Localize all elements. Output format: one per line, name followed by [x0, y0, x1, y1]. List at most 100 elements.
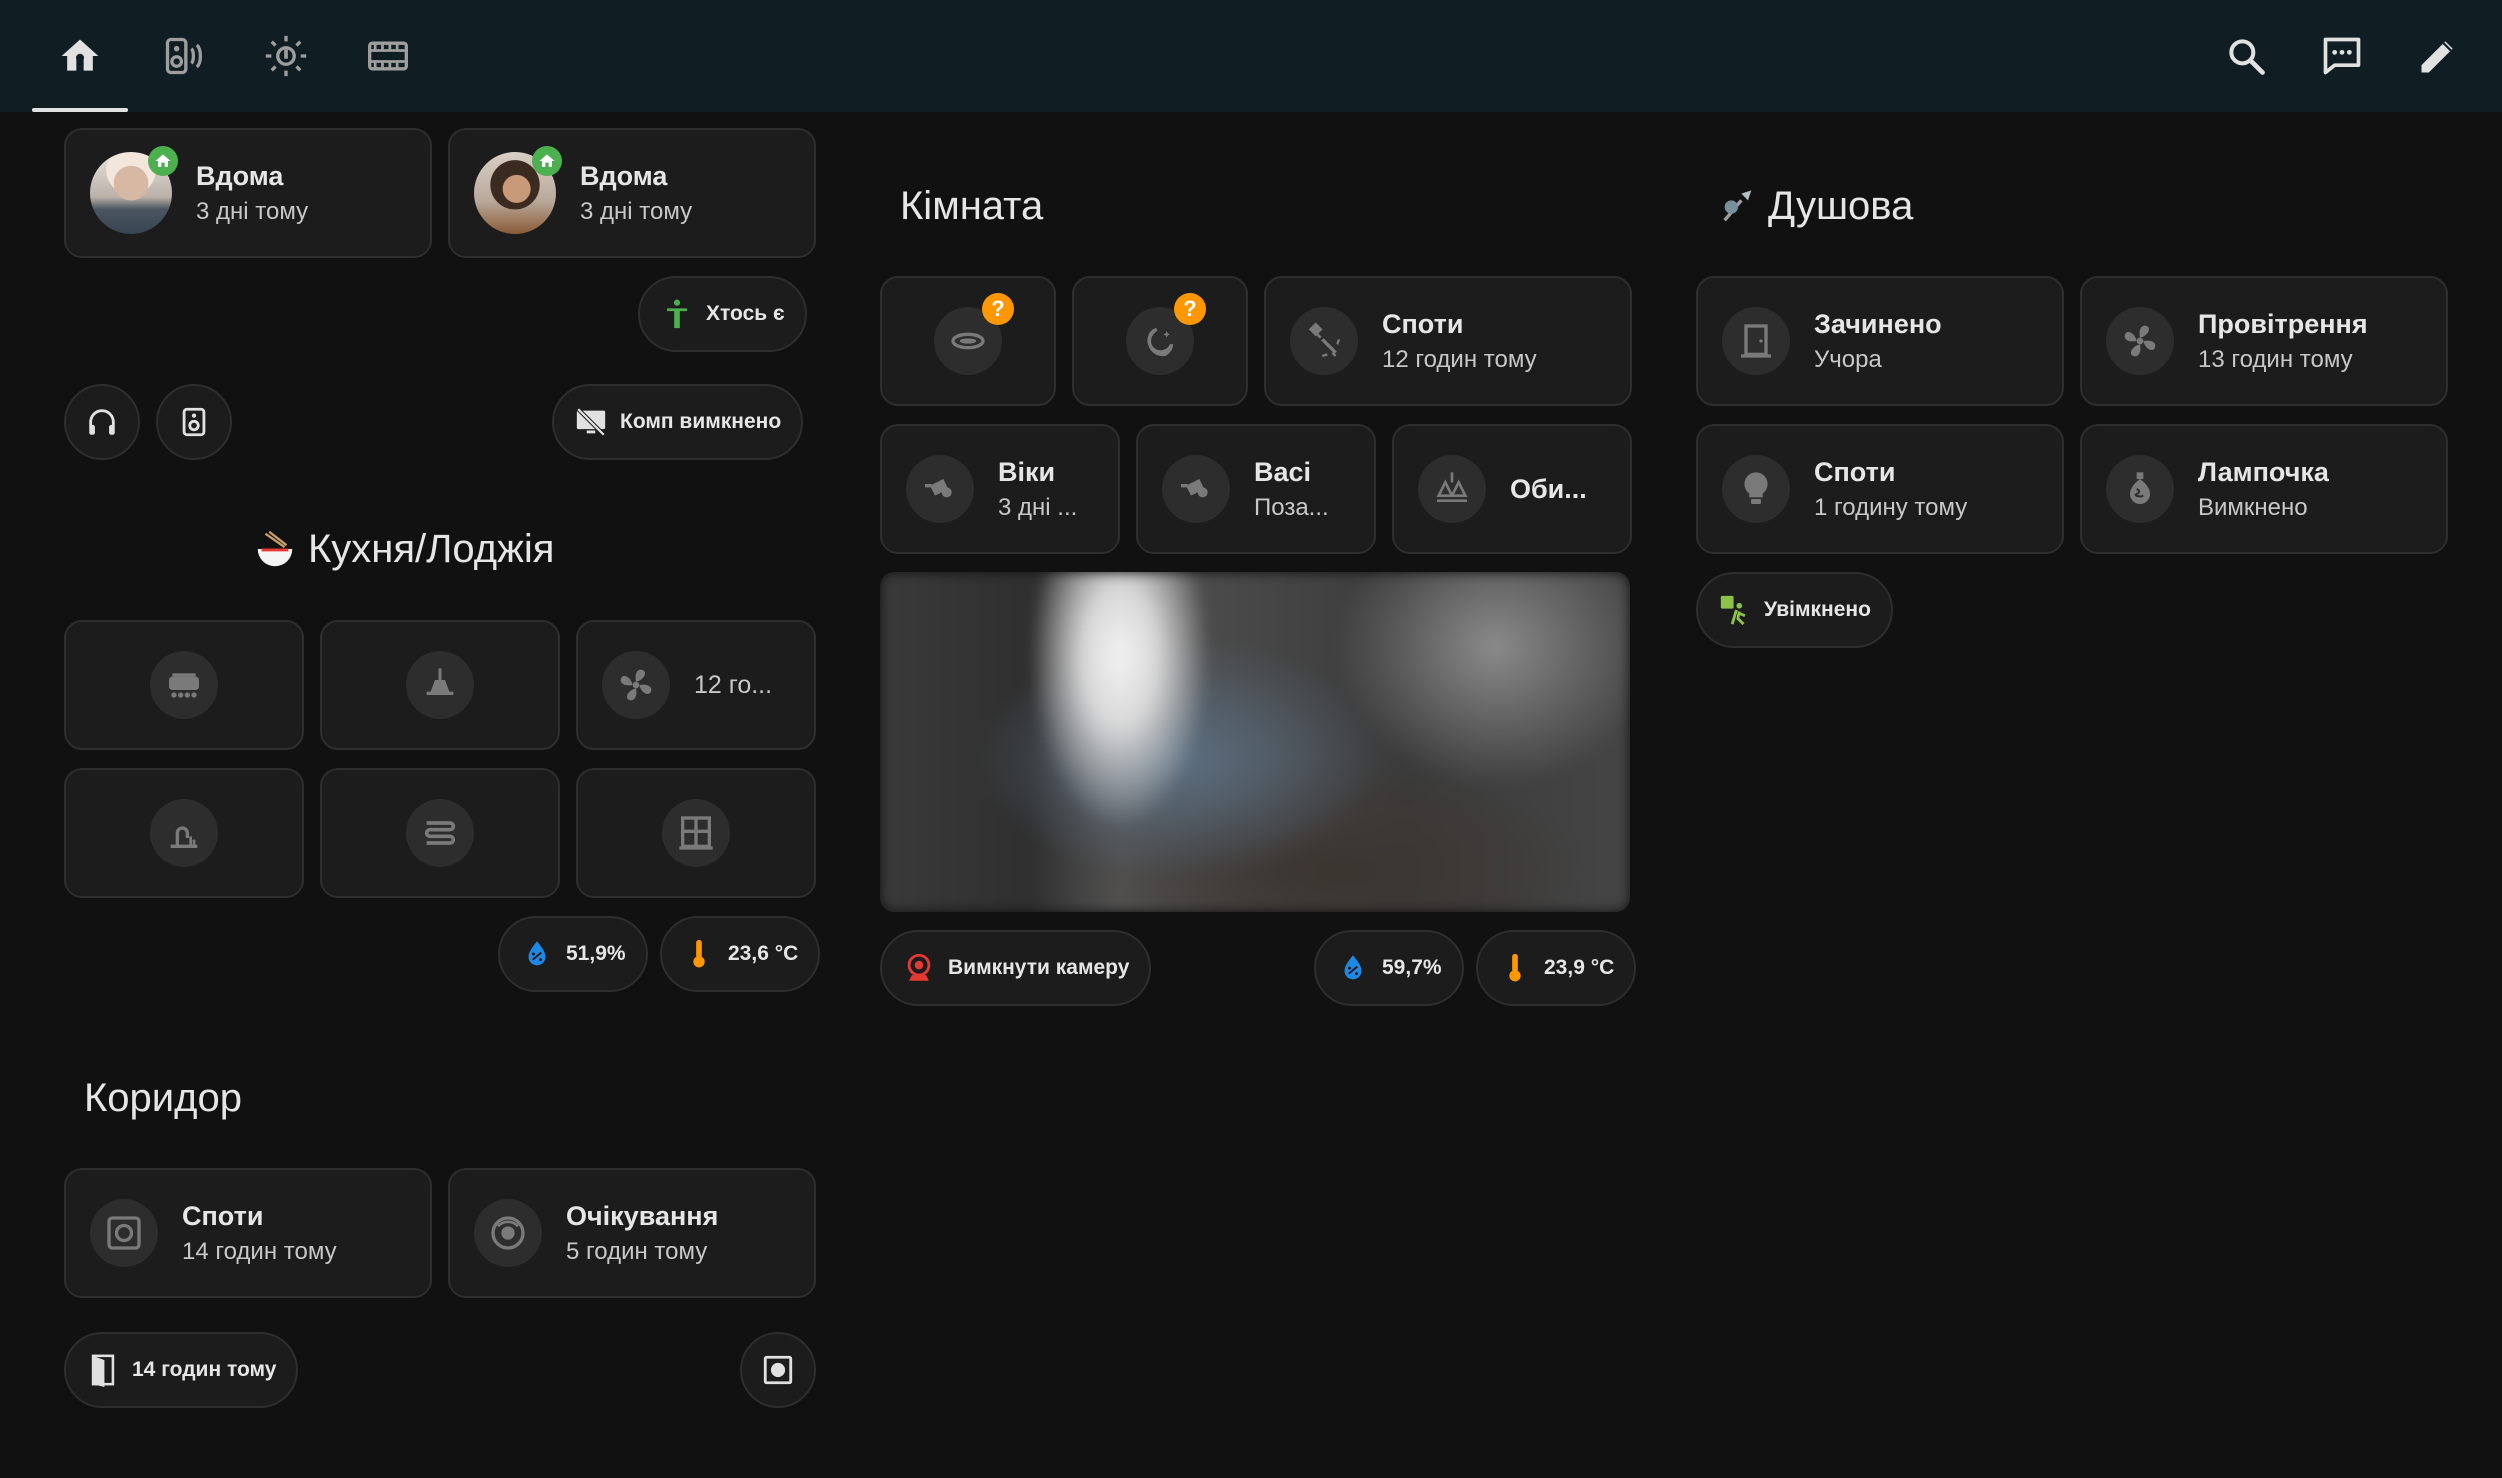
- presence-chip-label: Хтось є: [706, 302, 785, 325]
- home-badge-icon: [532, 146, 562, 176]
- tile-subtitle: 5 годин тому: [566, 1237, 708, 1265]
- corridor-tile-vacuum[interactable]: Очікування 5 годин тому: [448, 1168, 816, 1298]
- tile-subtitle: 13 годин тому: [2198, 345, 2353, 373]
- lightbulb-icon: [1744, 472, 1768, 504]
- tile-title: Васі: [1254, 456, 1312, 487]
- sun-thermometer-icon: [265, 35, 307, 77]
- door-closed-icon: [1741, 324, 1771, 358]
- kitchen-temperature-chip[interactable]: 23,6 °C: [660, 916, 821, 992]
- computer-chip-label: Комп вимкнено: [620, 410, 782, 433]
- person-standing-icon: [667, 299, 687, 329]
- room-title: Кімната: [900, 184, 1044, 228]
- tile-subtitle: Вимкнено: [2198, 493, 2308, 521]
- fan-icon: [620, 669, 652, 701]
- room-tile-ceiling-light[interactable]: ?: [880, 276, 1056, 406]
- faucet-icon: [170, 826, 198, 848]
- person-state: Вдома: [196, 160, 284, 191]
- kitchen-tile-led-strip[interactable]: [320, 768, 560, 898]
- ceiling-light-square-icon: [763, 1355, 793, 1385]
- tile-subtitle: Учора: [1814, 345, 1882, 373]
- corridor-door-label: 14 годин тому: [132, 1358, 277, 1381]
- presence-chip[interactable]: Хтось є: [638, 276, 807, 352]
- kitchen-tile-window[interactable]: [576, 768, 816, 898]
- ceiling-round-light-icon: [951, 332, 985, 350]
- kitchen-tile-faucet[interactable]: [64, 768, 304, 898]
- shower-motion-label: Увімкнено: [1764, 598, 1871, 621]
- motion-sensor-icon: [1720, 595, 1746, 626]
- kitchen-tile-lamp[interactable]: [320, 620, 560, 750]
- chandelier-icon: [1436, 472, 1468, 502]
- shower-title: Душова: [1768, 184, 1914, 228]
- kitchen-humidity-chip[interactable]: 51,9%: [498, 916, 648, 992]
- room-temperature: 23,9 °C: [1544, 956, 1615, 979]
- shower-tile-ventilation[interactable]: Провітрення 13 годин тому: [2080, 276, 2448, 406]
- tile-title: Очікування: [566, 1200, 719, 1231]
- camera-off-chip[interactable]: Вимкнути камеру: [880, 930, 1152, 1006]
- headphones-icon: [89, 409, 115, 435]
- tile-title: Споти: [182, 1200, 264, 1231]
- room-camera-feed[interactable]: [880, 572, 1630, 912]
- room-tile-vasi[interactable]: Васі Поза...: [1136, 424, 1376, 554]
- fan-state: 12 го...: [694, 670, 773, 699]
- person2-avatar: [474, 146, 562, 234]
- headphones-chip[interactable]: [64, 384, 140, 460]
- pencil-edit-icon: [2421, 41, 2453, 73]
- moon-stars-icon: [1147, 327, 1174, 357]
- person-since: 3 дні тому: [196, 197, 309, 225]
- kitchen-humidity: 51,9%: [566, 942, 626, 965]
- room-tile-vika[interactable]: Віки 3 дні ...: [880, 424, 1120, 554]
- wall-lamp-icon: [1181, 479, 1208, 498]
- room-tile-spots[interactable]: Споти 12 годин тому: [1264, 276, 1632, 406]
- person-tile-1[interactable]: Вдома 3 дні тому: [64, 128, 432, 258]
- shower-motion-chip[interactable]: Увімкнено: [1696, 572, 1893, 648]
- wall-lamp-icon: [925, 479, 952, 498]
- window-icon: [679, 816, 713, 850]
- kitchen-tile-heater[interactable]: [64, 620, 304, 750]
- kitchen-heading: Кухня/Лоджія: [252, 526, 554, 572]
- tile-subtitle: Поза...: [1254, 493, 1329, 521]
- corridor-light-chip[interactable]: [740, 1332, 816, 1408]
- corridor-tile-spots[interactable]: Споти 14 годин тому: [64, 1168, 432, 1298]
- shower-tile-bulb[interactable]: Лампочка Вимкнено: [2080, 424, 2448, 554]
- search-icon: [2229, 39, 2265, 75]
- person-state: Вдома: [580, 160, 668, 191]
- kitchen-temperature: 23,6 °C: [728, 942, 799, 965]
- water-percent-icon: [528, 941, 546, 966]
- room-humidity-chip[interactable]: 59,7%: [1314, 930, 1464, 1006]
- tab-climate[interactable]: [238, 0, 334, 112]
- edit-dashboard-button[interactable]: [2408, 26, 2468, 86]
- room-tile-night-mode[interactable]: ?: [1072, 276, 1248, 406]
- shower-heading: Душова: [1718, 184, 1913, 229]
- computer-chip[interactable]: Комп вимкнено: [552, 384, 804, 460]
- person-since: 3 дні тому: [580, 197, 693, 225]
- led-strip-icon: [424, 821, 456, 845]
- filament-bulb-icon: [2130, 472, 2150, 504]
- room-temperature-chip[interactable]: 23,9 °C: [1476, 930, 1637, 1006]
- tab-media[interactable]: [136, 0, 232, 112]
- kitchen-title: Кухня/Лоджія: [308, 526, 555, 571]
- search-button[interactable]: [2216, 26, 2276, 86]
- tile-subtitle: 1 годину тому: [1814, 493, 1968, 521]
- shower-tile-spots[interactable]: Споти 1 годину тому: [1696, 424, 2064, 554]
- water-percent-icon: [1344, 955, 1362, 980]
- ceiling-lamp-icon: [426, 668, 454, 695]
- home-badge-icon: [148, 146, 178, 176]
- shower-tile-door[interactable]: Зачинено Учора: [1696, 276, 2064, 406]
- top-app-bar: [0, 0, 2502, 112]
- tab-home[interactable]: [32, 0, 128, 112]
- tile-subtitle: 14 годин тому: [182, 1237, 337, 1265]
- room-tile-both[interactable]: Оби...: [1392, 424, 1632, 554]
- speaker-icon: [165, 37, 203, 75]
- ceiling-light-square-icon: [107, 1216, 141, 1250]
- assist-message-icon: [2323, 37, 2361, 75]
- tile-title: Оби...: [1510, 473, 1587, 504]
- spotlight-icon: [1308, 322, 1341, 358]
- shower-icon: [1723, 189, 1752, 221]
- kitchen-tile-fan[interactable]: 12 го...: [576, 620, 816, 750]
- tile-title: Зачинено: [1814, 308, 1942, 339]
- corridor-door-chip[interactable]: 14 годин тому: [64, 1332, 299, 1408]
- person-tile-2[interactable]: Вдома 3 дні тому: [448, 128, 816, 258]
- assist-button[interactable]: [2312, 26, 2372, 86]
- speaker-chip[interactable]: [156, 384, 232, 460]
- tab-cameras[interactable]: [340, 0, 436, 112]
